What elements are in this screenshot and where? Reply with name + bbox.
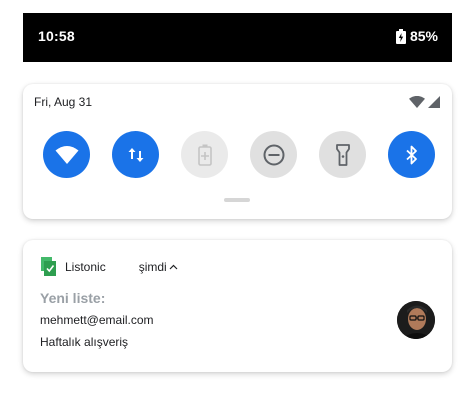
avatar-portrait xyxy=(397,301,435,339)
battery-charging-icon xyxy=(395,28,406,44)
tile-flashlight[interactable] xyxy=(319,131,366,178)
chevron-up-icon[interactable] xyxy=(169,264,178,270)
wifi-icon xyxy=(55,145,78,164)
notification-header: Listonic şimdi xyxy=(39,257,178,276)
notification-time-group: şimdi xyxy=(139,260,178,274)
flashlight-icon xyxy=(335,143,350,166)
notification-line-1: mehmett@email.com xyxy=(40,313,154,327)
quick-settings-panel: Fri, Aug 31 xyxy=(23,84,452,219)
notification-line-2: Haftalık alışveriş xyxy=(40,335,129,349)
data-arrows-icon xyxy=(128,147,143,162)
qs-status-icons xyxy=(409,96,440,108)
listonic-app-icon xyxy=(41,257,56,276)
app-name: Listonic xyxy=(65,259,106,274)
tile-bluetooth[interactable] xyxy=(388,131,435,178)
user-avatar xyxy=(397,301,435,339)
tile-wifi[interactable] xyxy=(43,131,90,178)
qs-tiles xyxy=(43,131,435,178)
tile-battery-saver[interactable] xyxy=(181,131,228,178)
qs-date: Fri, Aug 31 xyxy=(34,95,93,109)
wifi-signal-icon xyxy=(409,96,425,108)
notification-time: şimdi xyxy=(138,259,167,274)
tile-mobile-data[interactable] xyxy=(112,131,159,178)
battery-percent: 85% xyxy=(409,28,438,44)
notification-title: Yeni liste: xyxy=(40,290,106,306)
cell-signal-icon xyxy=(428,96,440,108)
battery-saver-icon xyxy=(197,144,212,166)
tile-do-not-disturb[interactable] xyxy=(250,131,297,178)
notification-card[interactable]: Listonic şimdi Yeni liste: mehmett@email… xyxy=(23,240,452,372)
status-bar: 10:58 85% xyxy=(23,13,452,62)
status-right-group: 85% xyxy=(395,28,438,44)
qs-drag-handle[interactable] xyxy=(224,198,250,202)
dnd-icon xyxy=(263,144,284,165)
bluetooth-icon xyxy=(405,145,417,164)
status-time: 10:58 xyxy=(38,28,75,44)
